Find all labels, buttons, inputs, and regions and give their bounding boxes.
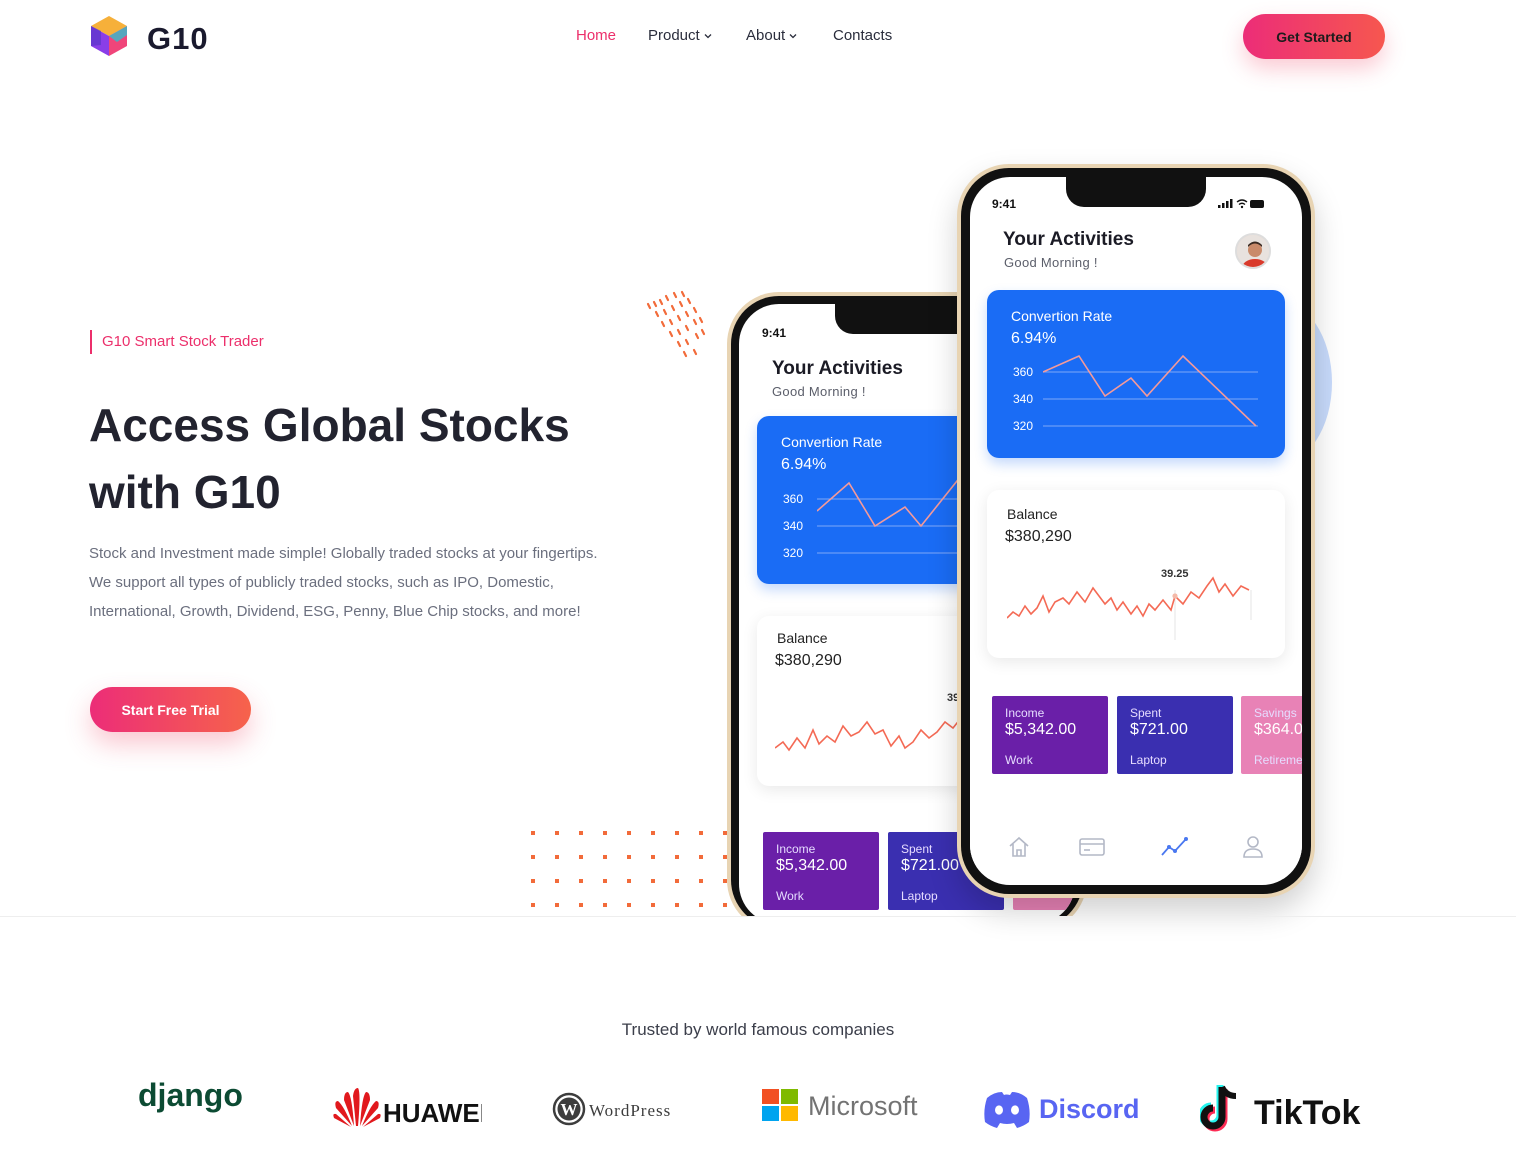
chevron-down-icon bbox=[704, 33, 712, 38]
conversion-card[interactable]: Convertion Rate 6.94% 360 340 320 bbox=[987, 290, 1285, 458]
spent-value: $721.00 bbox=[1130, 721, 1188, 738]
django-wordmark: django bbox=[138, 1078, 242, 1113]
discord-logo[interactable]: Discord bbox=[982, 1088, 1158, 1130]
greeting-text: Good Morning ! bbox=[1004, 255, 1098, 270]
decor-dashes bbox=[646, 290, 706, 358]
spent-label: Spent bbox=[901, 842, 933, 856]
spent-value: $721.00 bbox=[901, 857, 959, 874]
nav-about[interactable]: About bbox=[746, 27, 797, 44]
chevron-down-icon bbox=[789, 33, 797, 38]
income-label: Income bbox=[776, 842, 816, 856]
chart-icon[interactable] bbox=[1160, 833, 1188, 861]
wordpress-logo[interactable]: W WordPress bbox=[552, 1092, 704, 1126]
balance-sparkline bbox=[1007, 576, 1252, 640]
income-sub: Work bbox=[1005, 753, 1033, 767]
huawei-wordmark: HUAWEI bbox=[383, 1098, 482, 1128]
activities-title: Your Activities bbox=[772, 358, 903, 379]
nav-about-label: About bbox=[746, 27, 786, 44]
conversion-title: Convertion Rate bbox=[781, 434, 883, 450]
huawei-logo[interactable]: HUAWEI bbox=[332, 1084, 482, 1130]
conversion-title: Convertion Rate bbox=[1011, 308, 1113, 324]
tiktok-wordmark: TikTok bbox=[1254, 1094, 1361, 1132]
hero-title: Access Global Stocks with G10 bbox=[89, 392, 649, 526]
spent-sub: Laptop bbox=[1130, 753, 1167, 767]
hero-title-line2: with G10 bbox=[89, 466, 281, 518]
bottom-tabbar bbox=[970, 819, 1302, 879]
tiktok-note-icon bbox=[1200, 1085, 1237, 1132]
wordpress-w-icon: W bbox=[552, 1092, 586, 1126]
front-phone-screen: 9:41 Your Activities Good Morning ! Conv… bbox=[970, 177, 1302, 885]
hero-eyebrow: G10 Smart Stock Trader bbox=[90, 330, 264, 354]
logo-text: G10 bbox=[147, 21, 209, 56]
tick-label: 320 bbox=[1013, 419, 1034, 433]
tick-label: 360 bbox=[783, 492, 804, 506]
home-icon[interactable] bbox=[1005, 833, 1033, 861]
top-nav: G10 Home Product About Contacts Get Star… bbox=[0, 0, 1516, 76]
savings-value: $364.0 bbox=[1254, 721, 1302, 738]
hero-divider bbox=[0, 916, 1516, 917]
nav-contacts-label: Contacts bbox=[833, 27, 893, 44]
tiktok-logo[interactable]: TikTok bbox=[1200, 1082, 1376, 1136]
trusted-heading: Trusted by world famous companies bbox=[621, 1020, 895, 1039]
nav-product[interactable]: Product bbox=[648, 27, 712, 44]
status-time: 9:41 bbox=[992, 197, 1017, 211]
savings-label: Savings bbox=[1254, 706, 1297, 720]
user-icon[interactable] bbox=[1239, 833, 1267, 861]
start-free-trial-button[interactable]: Start Free Trial bbox=[90, 687, 251, 732]
tick-label: 340 bbox=[783, 519, 804, 533]
logo[interactable]: G10 bbox=[89, 15, 208, 57]
spent-card[interactable]: Spent $721.00 Laptop bbox=[1117, 696, 1233, 774]
tick-label: 360 bbox=[1013, 365, 1034, 379]
discord-wordmark: Discord bbox=[1039, 1094, 1140, 1124]
nav-home[interactable]: Home bbox=[576, 27, 616, 44]
greeting-text: Good Morning ! bbox=[772, 384, 866, 399]
balance-title: Balance bbox=[1007, 506, 1058, 522]
get-started-button[interactable]: Get Started bbox=[1243, 14, 1385, 59]
django-logo[interactable]: django bbox=[136, 1078, 242, 1118]
hero-description: Stock and Investment made simple! Global… bbox=[89, 545, 598, 620]
status-time: 9:41 bbox=[762, 326, 787, 340]
income-card[interactable]: Income $5,342.00 Work bbox=[992, 696, 1108, 774]
income-value: $5,342.00 bbox=[776, 857, 848, 874]
balance-value: $380,290 bbox=[1005, 528, 1072, 545]
conversion-sparkline bbox=[1043, 354, 1258, 427]
discord-controller-icon bbox=[984, 1092, 1030, 1128]
microsoft-squares-icon bbox=[762, 1089, 798, 1121]
hero-title-line1: Access Global Stocks bbox=[89, 399, 570, 451]
savings-sub: Retireme bbox=[1254, 753, 1302, 767]
avatar-image bbox=[1237, 235, 1269, 267]
nav-home-label: Home bbox=[576, 27, 617, 44]
balance-card[interactable]: Balance $380,290 39.25 bbox=[987, 490, 1285, 658]
avatar[interactable] bbox=[1235, 233, 1271, 269]
spent-sub: Laptop bbox=[901, 889, 938, 903]
tick-label: 320 bbox=[783, 546, 804, 560]
income-sub: Work bbox=[776, 889, 804, 903]
svg-text:W: W bbox=[561, 1100, 578, 1119]
balance-value: $380,290 bbox=[775, 652, 842, 669]
tick-label: 340 bbox=[1013, 392, 1034, 406]
microsoft-wordmark: Microsoft bbox=[808, 1091, 918, 1121]
huawei-flower-icon bbox=[333, 1088, 381, 1127]
income-card[interactable]: Income $5,342.00 Work bbox=[763, 832, 879, 910]
savings-card[interactable]: Savings $364.0 Retireme bbox=[1241, 696, 1302, 774]
income-label: Income bbox=[1005, 706, 1045, 720]
wordpress-wordmark: WordPress bbox=[589, 1101, 671, 1120]
nav-product-label: Product bbox=[648, 27, 700, 44]
balance-title: Balance bbox=[777, 630, 828, 646]
status-icons bbox=[1218, 199, 1264, 209]
front-phone: 9:41 Your Activities Good Morning ! Conv… bbox=[957, 164, 1315, 898]
cube-logo-icon bbox=[91, 16, 127, 56]
microsoft-logo[interactable]: Microsoft bbox=[762, 1088, 937, 1124]
spent-label: Spent bbox=[1130, 706, 1162, 720]
nav-contacts[interactable]: Contacts bbox=[833, 27, 892, 44]
decor-dot-grid bbox=[531, 831, 727, 907]
card-icon[interactable] bbox=[1078, 833, 1106, 861]
income-value: $5,342.00 bbox=[1005, 721, 1077, 738]
activities-title: Your Activities bbox=[1003, 229, 1134, 250]
